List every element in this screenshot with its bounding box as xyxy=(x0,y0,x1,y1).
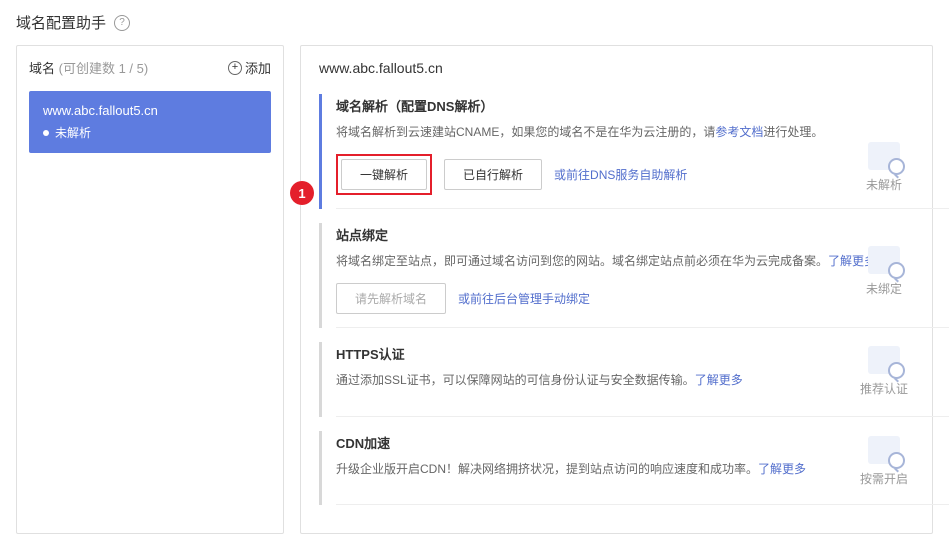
section-desc: 将域名解析到云速建站CNAME，如果您的域名不是在华为云注册的，请参考文档进行处… xyxy=(336,123,914,142)
callout-badge: 1 xyxy=(290,181,314,205)
status-dot-icon xyxy=(43,130,49,136)
section-desc: 升级企业版开启CDN！解决网络拥挤状况，提到站点访问的响应速度和成功率。了解更多 xyxy=(336,460,914,479)
highlight-box: 一键解析 xyxy=(336,154,432,195)
section-desc: 通过添加SSL证书，可以保障网站的可信身份认证与安全数据传输。了解更多 xyxy=(336,371,914,390)
status-text: 按需开启 xyxy=(854,470,914,487)
section-title: 站点绑定 xyxy=(336,225,914,244)
manual-bind-link[interactable]: 或前往后台管理手动绑定 xyxy=(458,290,590,307)
magnifier-icon xyxy=(868,436,900,464)
plus-icon: + xyxy=(228,61,242,75)
domain-card[interactable]: www.abc.fallout5.cn 未解析 xyxy=(29,91,271,153)
status-block: 未解析 xyxy=(854,142,914,193)
sidebar-count: (可创建数 1 / 5) xyxy=(59,61,149,76)
page-title: 域名配置助手 xyxy=(16,12,106,33)
section-desc: 将域名绑定至站点，即可通过域名访问到您的网站。域名绑定站点前必须在华为云完成备案… xyxy=(336,252,914,271)
status-block: 未绑定 xyxy=(854,246,914,297)
doc-link[interactable]: 参考文档 xyxy=(715,125,763,139)
status-block: 推荐认证 xyxy=(854,346,914,397)
page-header: 域名配置助手 ? xyxy=(0,0,949,45)
learn-more-link[interactable]: 了解更多 xyxy=(758,462,806,476)
section-bind: 站点绑定 将域名绑定至站点，即可通过域名访问到您的网站。域名绑定站点前必须在华为… xyxy=(319,223,914,328)
button-row: 请先解析域名 或前往后台管理手动绑定 xyxy=(336,283,914,314)
magnifier-icon xyxy=(868,246,900,274)
status-text: 推荐认证 xyxy=(854,380,914,397)
section-https: HTTPS认证 通过添加SSL证书，可以保障网站的可信身份认证与安全数据传输。了… xyxy=(319,342,914,416)
button-row: 一键解析 已自行解析 或前往DNS服务自助解析 xyxy=(336,154,914,195)
domain-card-status: 未解析 xyxy=(43,124,257,141)
sidebar: 域名 (可创建数 1 / 5) + 添加 www.abc.fallout5.cn… xyxy=(16,45,284,534)
content-area: 域名 (可创建数 1 / 5) + 添加 www.abc.fallout5.cn… xyxy=(0,45,949,550)
resolve-first-button: 请先解析域名 xyxy=(336,283,446,314)
section-title: 域名解析（配置DNS解析） xyxy=(336,96,914,115)
magnifier-icon xyxy=(868,142,900,170)
main-domain-title: www.abc.fallout5.cn xyxy=(319,60,914,76)
one-click-resolve-button[interactable]: 一键解析 xyxy=(341,159,427,190)
status-block: 按需开启 xyxy=(854,436,914,487)
help-icon[interactable]: ? xyxy=(114,15,130,31)
sidebar-header: 域名 (可创建数 1 / 5) + 添加 xyxy=(29,58,271,77)
section-title: HTTPS认证 xyxy=(336,344,914,363)
main-panel: 1 www.abc.fallout5.cn 域名解析（配置DNS解析） 将域名解… xyxy=(300,45,933,534)
section-cdn: CDN加速 升级企业版开启CDN！解决网络拥挤状况，提到站点访问的响应速度和成功… xyxy=(319,431,914,505)
dns-service-link[interactable]: 或前往DNS服务自助解析 xyxy=(554,166,687,183)
sidebar-label: 域名 xyxy=(29,61,55,76)
section-dns: 域名解析（配置DNS解析） 将域名解析到云速建站CNAME，如果您的域名不是在华… xyxy=(319,94,914,209)
add-domain-button[interactable]: + 添加 xyxy=(228,58,271,77)
domain-card-title: www.abc.fallout5.cn xyxy=(43,103,257,118)
status-text: 未解析 xyxy=(854,176,914,193)
status-text: 未绑定 xyxy=(854,280,914,297)
magnifier-icon xyxy=(868,346,900,374)
section-title: CDN加速 xyxy=(336,433,914,452)
already-resolved-button[interactable]: 已自行解析 xyxy=(444,159,542,190)
learn-more-link[interactable]: 了解更多 xyxy=(695,373,743,387)
